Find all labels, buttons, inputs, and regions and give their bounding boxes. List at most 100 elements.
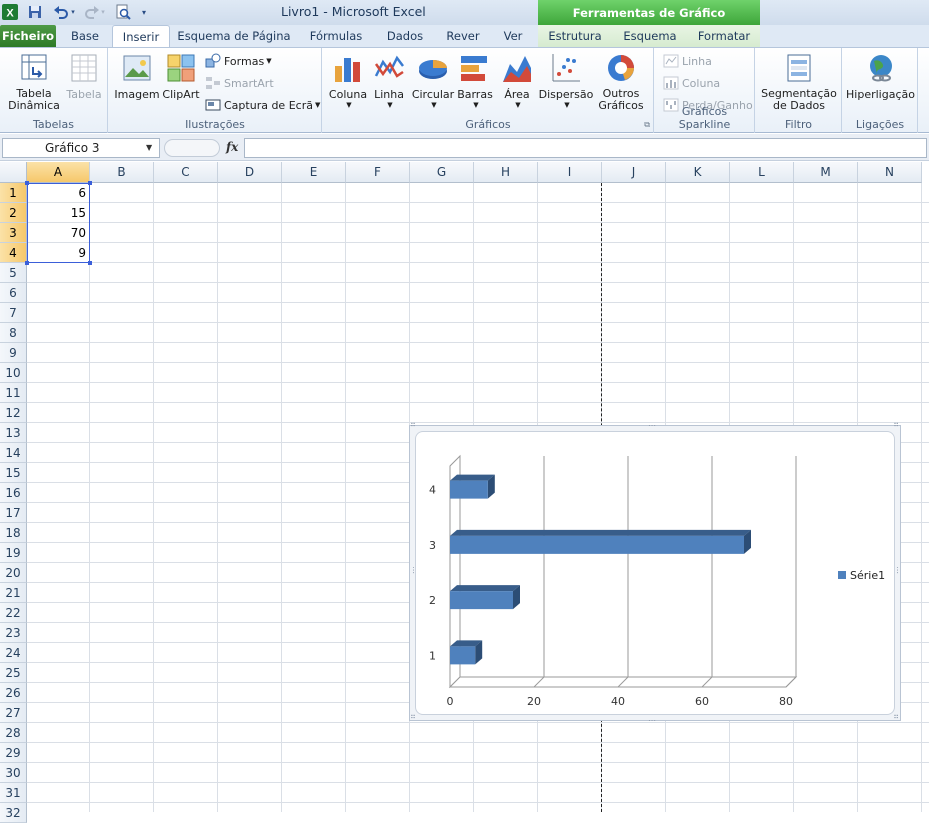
tabela-dinamica-button[interactable]: Tabela Dinâmica: [4, 52, 64, 112]
column-header-n[interactable]: N: [858, 162, 922, 183]
hiperligacao-button[interactable]: Hiperligação: [845, 52, 916, 101]
excel-logo-icon[interactable]: X: [2, 3, 18, 21]
row-header-13[interactable]: 13: [0, 423, 27, 443]
sparkline-coluna-button[interactable]: Coluna: [663, 74, 720, 92]
clipart-button[interactable]: ClipArt: [161, 52, 201, 101]
redo-dropdown-icon[interactable]: ▾: [100, 3, 106, 21]
select-all-corner[interactable]: [0, 162, 27, 183]
row-header-26[interactable]: 26: [0, 683, 27, 703]
row-header-23[interactable]: 23: [0, 623, 27, 643]
row-header-9[interactable]: 9: [0, 343, 27, 363]
chart-resize-handle-top-left[interactable]: ⠛: [410, 423, 417, 431]
segmentacao-button[interactable]: Segmentação de Dados: [760, 52, 838, 112]
row-header-12[interactable]: 12: [0, 403, 27, 423]
save-icon[interactable]: [27, 3, 43, 21]
cell-a1[interactable]: 6: [27, 183, 89, 203]
row-header-19[interactable]: 19: [0, 543, 27, 563]
tab-esquema-de-pagina[interactable]: Esquema de Página: [176, 25, 292, 47]
formas-button[interactable]: Formas ▼: [205, 52, 272, 70]
row-header-2[interactable]: 2: [0, 203, 27, 223]
tab-ficheiro[interactable]: Ficheiro: [0, 25, 56, 47]
imagem-button[interactable]: Imagem: [114, 52, 160, 101]
cell-a3[interactable]: 70: [27, 223, 89, 243]
column-header-g[interactable]: G: [410, 162, 474, 183]
redo-icon[interactable]: [83, 3, 101, 21]
chart-resize-handle-top-right[interactable]: ⠛: [893, 423, 900, 431]
column-header-l[interactable]: L: [730, 162, 794, 183]
column-header-f[interactable]: F: [346, 162, 410, 183]
tab-formatar[interactable]: Formatar: [694, 25, 754, 47]
cell-a4[interactable]: 9: [27, 243, 89, 263]
column-header-h[interactable]: H: [474, 162, 538, 183]
row-header-11[interactable]: 11: [0, 383, 27, 403]
circular-button[interactable]: Circular ▼: [411, 52, 455, 109]
chart-resize-handle-top[interactable]: ⋯: [648, 422, 657, 430]
chart-resize-handle-bottom-right[interactable]: ⠛: [893, 715, 900, 723]
row-header-5[interactable]: 5: [0, 263, 27, 283]
column-header-i[interactable]: I: [538, 162, 602, 183]
tab-rever[interactable]: Rever: [440, 25, 486, 47]
row-header-10[interactable]: 10: [0, 363, 27, 383]
row-header-30[interactable]: 30: [0, 763, 27, 783]
name-box[interactable]: Gráfico 3: [2, 138, 160, 158]
tab-inserir[interactable]: Inserir: [112, 25, 170, 47]
column-header-b[interactable]: B: [90, 162, 154, 183]
tab-dados[interactable]: Dados: [378, 25, 432, 47]
column-header-e[interactable]: E: [282, 162, 346, 183]
cell-a2[interactable]: 15: [27, 203, 89, 223]
column-header-k[interactable]: K: [666, 162, 730, 183]
tab-base[interactable]: Base: [62, 25, 108, 47]
formula-bar-splitter[interactable]: [164, 139, 220, 157]
row-header-8[interactable]: 8: [0, 323, 27, 343]
tab-estrutura[interactable]: Estrutura: [544, 25, 606, 47]
row-header-14[interactable]: 14: [0, 443, 27, 463]
row-header-31[interactable]: 31: [0, 783, 27, 803]
column-header-a[interactable]: A: [27, 162, 90, 183]
row-header-20[interactable]: 20: [0, 563, 27, 583]
print-preview-icon[interactable]: [114, 3, 132, 21]
column-header-c[interactable]: C: [154, 162, 218, 183]
chart-resize-handle-bottom-left[interactable]: ⠛: [410, 715, 417, 723]
name-box-dropdown-icon[interactable]: ▼: [146, 143, 152, 152]
row-header-7[interactable]: 7: [0, 303, 27, 323]
area-button[interactable]: Área ▼: [497, 52, 537, 109]
row-header-18[interactable]: 18: [0, 523, 27, 543]
bar-chart-3d[interactable]: 0 20 40 60 80 1 2 3 4 Série1: [416, 432, 896, 716]
undo-icon[interactable]: [50, 3, 72, 21]
customize-toolbar-icon[interactable]: ▾: [139, 3, 149, 21]
row-header-17[interactable]: 17: [0, 503, 27, 523]
smartart-button[interactable]: SmartArt: [205, 74, 274, 92]
row-header-24[interactable]: 24: [0, 643, 27, 663]
column-header-j[interactable]: J: [602, 162, 666, 183]
row-header-15[interactable]: 15: [0, 463, 27, 483]
row-header-27[interactable]: 27: [0, 703, 27, 723]
undo-dropdown-icon[interactable]: ▾: [70, 3, 76, 21]
insert-function-icon[interactable]: fx: [226, 140, 238, 154]
row-header-29[interactable]: 29: [0, 743, 27, 763]
chart-area[interactable]: 0 20 40 60 80 1 2 3 4 Série1: [415, 431, 895, 715]
tab-esquema[interactable]: Esquema: [618, 25, 682, 47]
chart-resize-handle-bottom[interactable]: ⋯: [648, 717, 657, 725]
barras-button[interactable]: Barras ▼: [455, 52, 495, 109]
column-header-m[interactable]: M: [794, 162, 858, 183]
tabela-button[interactable]: Tabela: [64, 52, 104, 101]
tab-formulas[interactable]: Fórmulas: [303, 25, 369, 47]
tab-ver[interactable]: Ver: [494, 25, 532, 47]
outros-graficos-button[interactable]: Outros Gráficos: [597, 52, 645, 112]
row-header-16[interactable]: 16: [0, 483, 27, 503]
graficos-dialog-launcher-icon[interactable]: ⧉: [644, 120, 650, 130]
row-header-32[interactable]: 32: [0, 803, 27, 823]
row-header-4[interactable]: 4: [0, 243, 27, 263]
captura-button[interactable]: Captura de Ecrã ▼: [205, 96, 320, 114]
column-header-d[interactable]: D: [218, 162, 282, 183]
row-header-1[interactable]: 1: [0, 183, 27, 203]
sparkline-linha-button[interactable]: Linha: [663, 52, 712, 70]
row-header-21[interactable]: 21: [0, 583, 27, 603]
formula-input[interactable]: [244, 138, 927, 158]
row-header-28[interactable]: 28: [0, 723, 27, 743]
row-header-6[interactable]: 6: [0, 283, 27, 303]
embedded-chart[interactable]: ⋯ ⋯ ⋯ ⋯ ⠛ ⠛ ⠛ ⠛ 0 20 40 60 80 1 2 3 4 Série1: [409, 422, 902, 725]
dispersao-button[interactable]: Dispersão ▼: [537, 52, 595, 109]
row-header-25[interactable]: 25: [0, 663, 27, 683]
linha-button[interactable]: Linha ▼: [369, 52, 409, 109]
